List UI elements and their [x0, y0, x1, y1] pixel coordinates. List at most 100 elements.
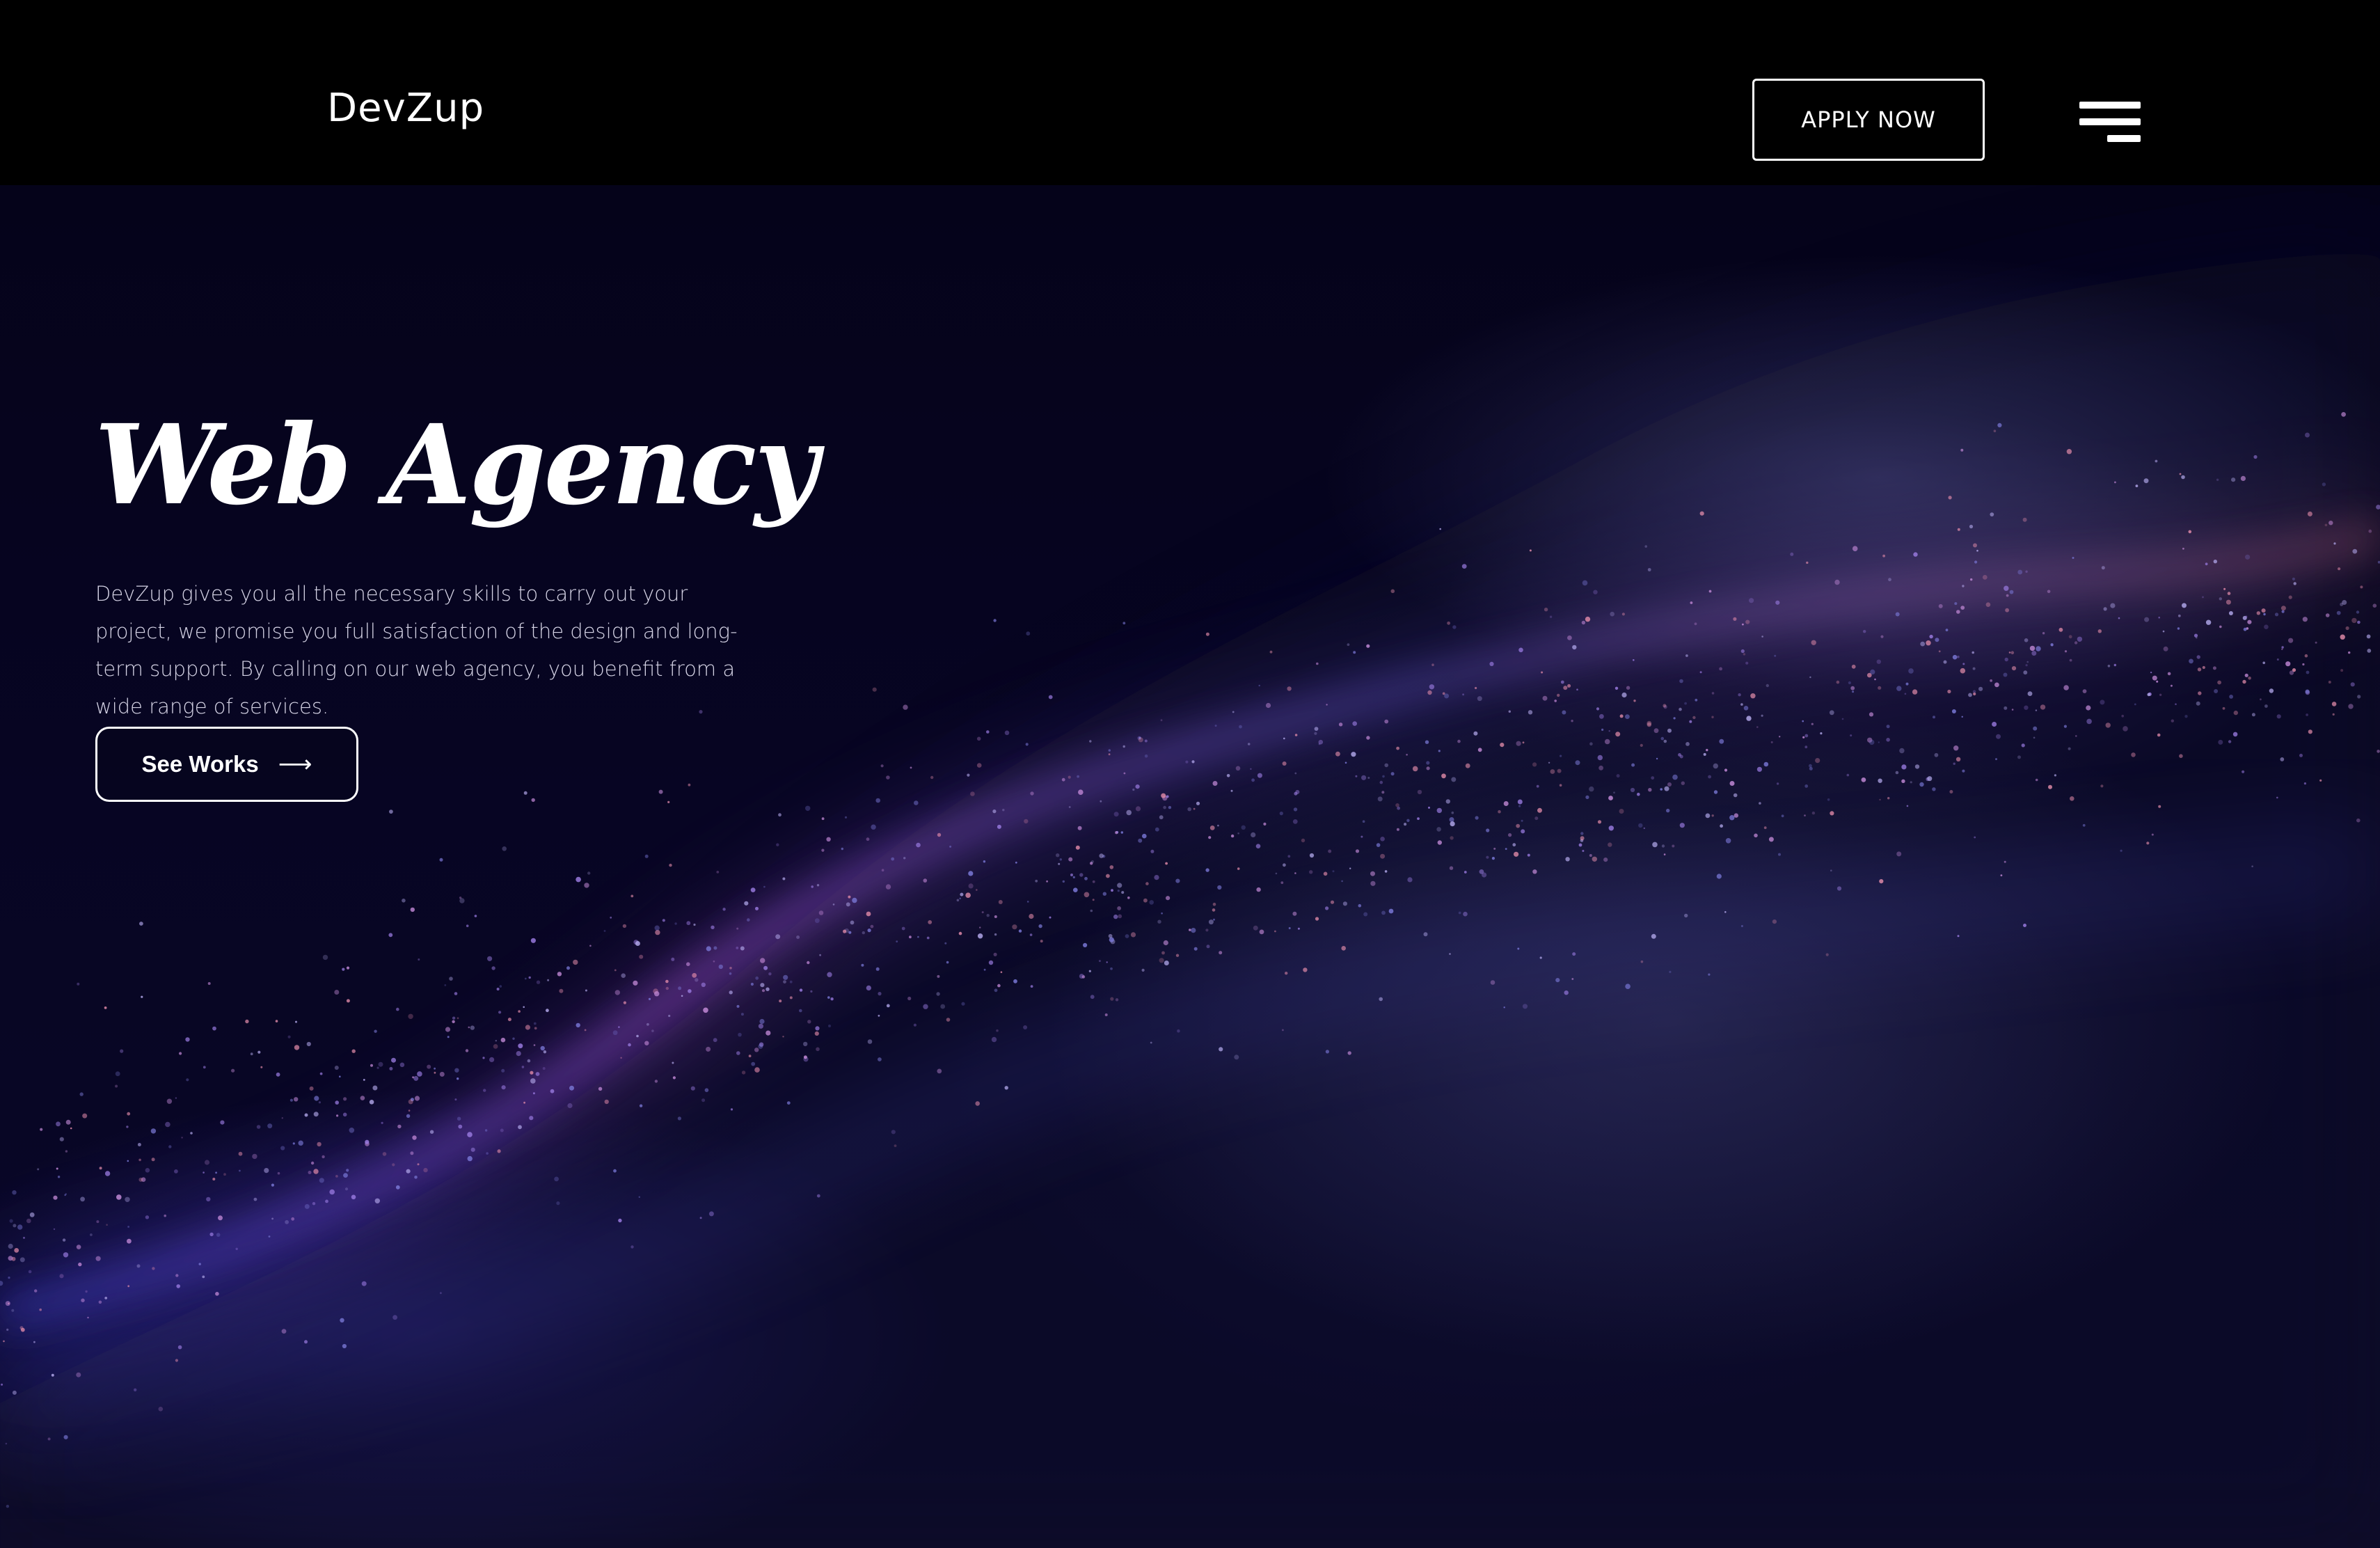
particle-dot	[1274, 930, 1276, 933]
particle-dot	[76, 1245, 81, 1249]
particle-dot	[388, 933, 393, 938]
particle-dot	[1395, 803, 1399, 807]
particle-dot	[1651, 933, 1656, 939]
particle-dot	[1517, 947, 1520, 950]
particle-dot	[2196, 655, 2200, 659]
logo[interactable]: DevZup	[327, 89, 484, 128]
particle-dot	[1589, 742, 1593, 745]
particle-dot	[423, 1167, 428, 1173]
see-works-button[interactable]: See Works ⟶	[95, 727, 358, 802]
particle-dot	[1293, 807, 1298, 812]
particle-dot	[2033, 736, 2036, 739]
particle-dot	[125, 1196, 130, 1203]
particle-dot	[1232, 711, 1235, 713]
particle-dot	[1212, 781, 1218, 786]
particle-dot	[993, 952, 997, 956]
particle-dot	[474, 915, 477, 917]
particle-dot	[1910, 781, 1912, 784]
particle-dot	[1449, 817, 1454, 822]
particle-dot	[1175, 954, 1180, 957]
particle-dot	[901, 926, 905, 931]
particle-dot	[452, 1016, 456, 1020]
particle-dot	[1473, 731, 1478, 736]
particle-dot	[1596, 707, 1600, 711]
particle-dot	[1193, 947, 1198, 951]
particle-dot	[2151, 833, 2154, 836]
particle-dot	[204, 1160, 210, 1165]
particle-dot	[145, 1168, 150, 1173]
particle-dot	[2135, 484, 2139, 487]
particle-dot	[1993, 429, 1997, 432]
hamburger-menu-icon[interactable]	[2077, 97, 2143, 148]
particle-dot	[8, 1243, 13, 1249]
particle-dot	[2253, 455, 2258, 459]
particle-dot	[158, 1407, 164, 1412]
particle-dot	[2260, 698, 2262, 701]
particle-dot	[779, 1000, 782, 1003]
particle-dot	[414, 1176, 418, 1179]
particle-dot	[1217, 824, 1219, 827]
particle-dot	[2319, 779, 2322, 782]
particle-dot	[1029, 913, 1034, 919]
particle-dot	[740, 946, 745, 951]
particle-dot	[636, 1034, 639, 1038]
arrow-right-icon: ⟶	[278, 750, 312, 778]
particle-dot	[2368, 529, 2372, 533]
particle-dot	[1815, 758, 1820, 764]
particle-dot	[2050, 643, 2054, 647]
particle-dot	[996, 1029, 999, 1032]
particle-dot	[2006, 594, 2009, 597]
particle-dot	[374, 1029, 377, 1033]
particle-dot	[2360, 585, 2363, 589]
particle-dot	[11, 1309, 15, 1312]
particle-dot	[313, 1112, 319, 1117]
particle-dot	[1251, 832, 1256, 837]
particle-dot	[2264, 704, 2268, 708]
top-navigation-bar: DevZup APPLY NOW	[0, 0, 2380, 185]
particle-dot	[1121, 891, 1125, 894]
particle-dot	[786, 1101, 791, 1105]
particle-dot	[907, 996, 912, 1001]
particle-dot	[322, 1155, 325, 1159]
particle-dot	[408, 1013, 413, 1020]
particle-dot	[397, 1124, 402, 1129]
particle-dot	[449, 977, 453, 981]
particle-dot	[875, 798, 880, 803]
particle-dot	[1450, 836, 1454, 840]
particle-dot	[1738, 693, 1741, 697]
particle-dot	[1235, 766, 1241, 771]
particle-dot	[1226, 774, 1230, 777]
particle-dot	[1895, 771, 1899, 775]
particle-dot	[706, 946, 711, 951]
particle-dot	[1070, 874, 1073, 876]
particle-dot	[547, 979, 550, 981]
particle-dot	[1809, 676, 1811, 679]
particle-dot	[1679, 823, 1685, 828]
particle-dot	[736, 947, 739, 949]
particle-dot	[1992, 722, 1997, 727]
particle-dot	[465, 1049, 469, 1052]
particle-dot	[1516, 823, 1521, 828]
particle-dot	[80, 1196, 85, 1202]
particle-dot	[253, 1197, 257, 1201]
particle-dot	[977, 933, 983, 939]
particle-dot	[1388, 908, 1394, 914]
particle-dot	[1135, 784, 1140, 789]
particle-dot	[523, 1006, 525, 1009]
particle-dot	[671, 957, 675, 961]
particle-dot	[751, 1061, 756, 1066]
particle-dot	[1294, 872, 1296, 874]
apply-now-button[interactable]: APPLY NOW	[1752, 79, 1985, 161]
particle-dot	[2035, 709, 2038, 711]
particle-dot	[81, 1298, 85, 1302]
particle-dot	[1486, 855, 1489, 859]
particle-dot	[271, 1217, 273, 1220]
particle-dot	[2086, 718, 2092, 725]
particle-dot	[179, 1052, 182, 1055]
particle-dot	[5, 1301, 10, 1306]
particle-dot	[29, 1212, 35, 1217]
particle-dot	[2100, 700, 2105, 705]
particle-dot	[967, 773, 970, 777]
particle-dot	[2205, 562, 2208, 566]
particle-dot	[686, 921, 691, 926]
